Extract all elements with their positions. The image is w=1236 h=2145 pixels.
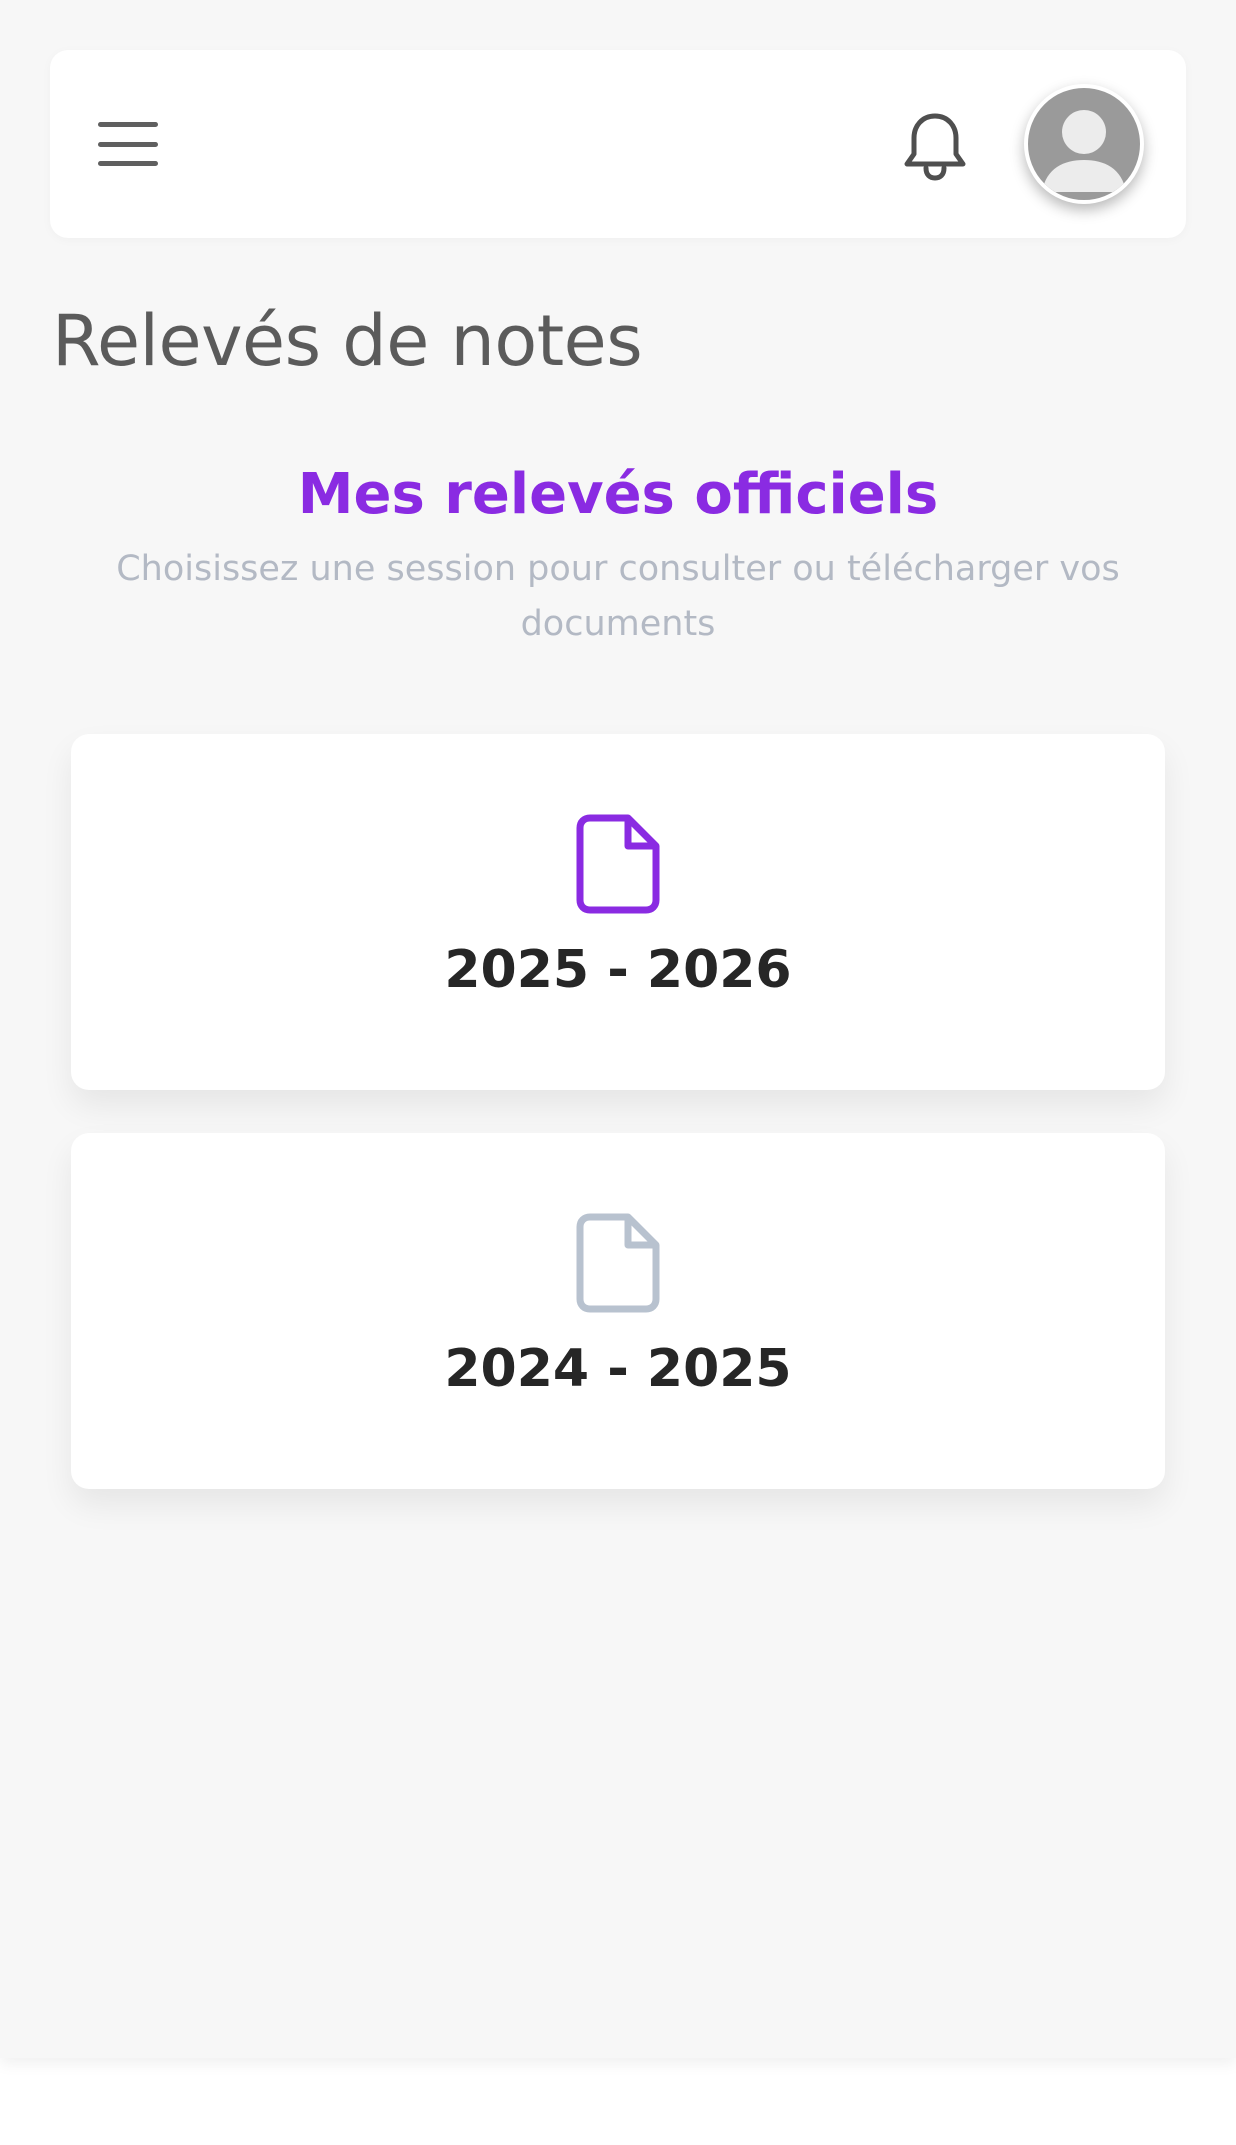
page-title: Relevés de notes <box>52 300 643 382</box>
session-label: 2024 - 2025 <box>444 1339 792 1399</box>
session-label: 2025 - 2026 <box>444 940 792 1000</box>
menu-line <box>98 141 158 147</box>
document-icon <box>576 1213 660 1313</box>
session-card-2024-2025[interactable]: 2024 - 2025 <box>71 1133 1165 1489</box>
hamburger-menu-icon[interactable] <box>96 118 160 170</box>
session-card-2025-2026[interactable]: 2025 - 2026 <box>71 734 1165 1090</box>
section-subtitle: Choisissez une session pour consulter ou… <box>116 549 1120 644</box>
bell-icon-graphic <box>904 113 966 181</box>
user-avatar-icon[interactable] <box>1024 84 1144 204</box>
avatar-silhouette <box>1042 110 1126 192</box>
menu-line <box>98 122 158 127</box>
top-bar <box>50 50 1186 238</box>
document-icon <box>576 814 660 914</box>
bell-icon[interactable] <box>900 110 970 182</box>
section-title: Mes relevés officiels <box>297 462 939 527</box>
menu-line <box>98 161 158 166</box>
app-screen: Relevés de notes Mes relevés officiels C… <box>0 0 1236 2058</box>
